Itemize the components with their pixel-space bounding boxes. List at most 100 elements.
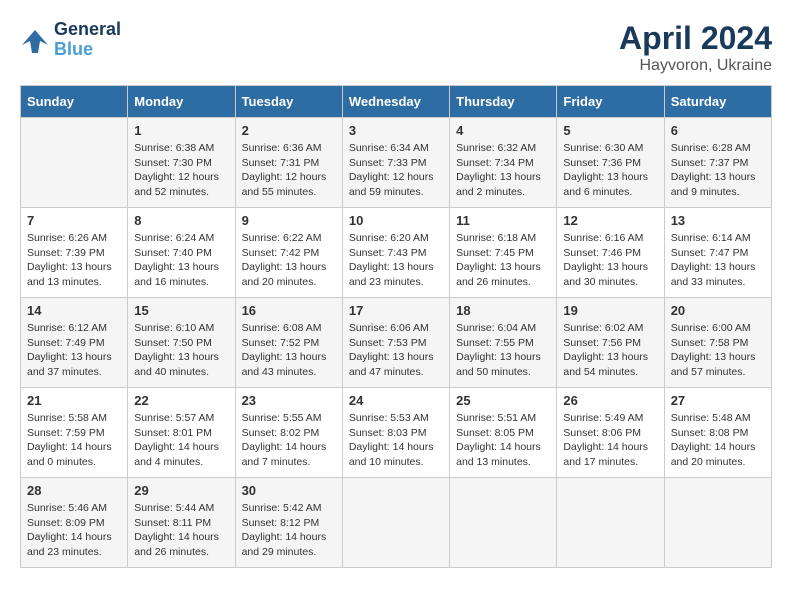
week-row-3: 21Sunrise: 5:58 AMSunset: 7:59 PMDayligh… xyxy=(21,388,772,478)
calendar-body: 1Sunrise: 6:38 AMSunset: 7:30 PMDaylight… xyxy=(21,118,772,568)
table-row: 14 Sunrise: 6:12 AMSunset: 7:49 PMDayligh… xyxy=(21,298,128,388)
day-number: 9 xyxy=(242,213,336,228)
table-row: 24Sunrise: 5:53 AMSunset: 8:03 PMDayligh… xyxy=(342,388,449,478)
day-number: 16 xyxy=(242,303,336,318)
table-row: 22 Sunrise: 5:57 AMSunset: 8:01 PMDayligh… xyxy=(128,388,235,478)
table-row: 8 Sunrise: 6:24 AMSunset: 7:40 PMDaylight… xyxy=(128,208,235,298)
table-row: 2 Sunrise: 6:36 AMSunset: 7:31 PMDaylight… xyxy=(235,118,342,208)
day-info: Sunrise: 5:42 AMSunset: 8:12 PMDaylight:… xyxy=(242,501,336,560)
header-saturday: Saturday xyxy=(664,86,771,118)
day-info: Sunrise: 6:02 AMSunset: 7:56 PMDaylight:… xyxy=(563,321,657,380)
day-number: 11 xyxy=(456,213,550,228)
day-info: Sunrise: 6:38 AMSunset: 7:30 PMDaylight:… xyxy=(134,141,228,200)
table-row: 3 Sunrise: 6:34 AMSunset: 7:33 PMDaylight… xyxy=(342,118,449,208)
day-info: Sunrise: 5:44 AMSunset: 8:11 PMDaylight:… xyxy=(134,501,228,560)
day-number: 14 xyxy=(27,303,121,318)
table-row: 18Sunrise: 6:04 AMSunset: 7:55 PMDayligh… xyxy=(450,298,557,388)
day-number: 20 xyxy=(671,303,765,318)
table-row: 21Sunrise: 5:58 AMSunset: 7:59 PMDayligh… xyxy=(21,388,128,478)
header-monday: Monday xyxy=(128,86,235,118)
table-row: 19 Sunrise: 6:02 AMSunset: 7:56 PMDayligh… xyxy=(557,298,664,388)
week-row-0: 1Sunrise: 6:38 AMSunset: 7:30 PMDaylight… xyxy=(21,118,772,208)
day-number: 23 xyxy=(242,393,336,408)
day-number: 28 xyxy=(27,483,121,498)
table-row: 12 Sunrise: 6:16 AMSunset: 7:46 PMDayligh… xyxy=(557,208,664,298)
logo-text: General Blue xyxy=(54,20,121,60)
day-info: Sunrise: 6:24 AMSunset: 7:40 PMDaylight:… xyxy=(134,231,228,290)
day-number: 26 xyxy=(563,393,657,408)
table-row: 15Sunrise: 6:10 AMSunset: 7:50 PMDayligh… xyxy=(128,298,235,388)
day-info: Sunrise: 6:20 AMSunset: 7:43 PMDaylight:… xyxy=(349,231,443,290)
table-row: 20 Sunrise: 6:00 AMSunset: 7:58 PMDayligh… xyxy=(664,298,771,388)
table-row: 26 Sunrise: 5:49 AMSunset: 8:06 PMDayligh… xyxy=(557,388,664,478)
table-row xyxy=(664,478,771,568)
table-row: 17 Sunrise: 6:06 AMSunset: 7:53 PMDayligh… xyxy=(342,298,449,388)
table-row: 16 Sunrise: 6:08 AMSunset: 7:52 PMDayligh… xyxy=(235,298,342,388)
day-info: Sunrise: 5:55 AMSunset: 8:02 PMDaylight:… xyxy=(242,411,336,470)
day-number: 17 xyxy=(349,303,443,318)
table-row: 1Sunrise: 6:38 AMSunset: 7:30 PMDaylight… xyxy=(128,118,235,208)
day-info: Sunrise: 6:10 AMSunset: 7:50 PMDaylight:… xyxy=(134,321,228,380)
day-info: Sunrise: 5:46 AMSunset: 8:09 PMDaylight:… xyxy=(27,501,121,560)
day-info: Sunrise: 6:00 AMSunset: 7:58 PMDaylight:… xyxy=(671,321,765,380)
day-number: 27 xyxy=(671,393,765,408)
day-number: 3 xyxy=(349,123,443,138)
day-info: Sunrise: 6:34 AMSunset: 7:33 PMDaylight:… xyxy=(349,141,443,200)
header-thursday: Thursday xyxy=(450,86,557,118)
table-row: 13Sunrise: 6:14 AMSunset: 7:47 PMDayligh… xyxy=(664,208,771,298)
table-row: 25 Sunrise: 5:51 AMSunset: 8:05 PMDayligh… xyxy=(450,388,557,478)
day-info: Sunrise: 5:53 AMSunset: 8:03 PMDaylight:… xyxy=(349,411,443,470)
day-info: Sunrise: 6:14 AMSunset: 7:47 PMDaylight:… xyxy=(671,231,765,290)
table-row xyxy=(557,478,664,568)
day-number: 12 xyxy=(563,213,657,228)
day-number: 19 xyxy=(563,303,657,318)
day-number: 30 xyxy=(242,483,336,498)
day-info: Sunrise: 6:36 AMSunset: 7:31 PMDaylight:… xyxy=(242,141,336,200)
header-wednesday: Wednesday xyxy=(342,86,449,118)
header-row: Sunday Monday Tuesday Wednesday Thursday… xyxy=(21,86,772,118)
week-row-4: 28 Sunrise: 5:46 AMSunset: 8:09 PMDayligh… xyxy=(21,478,772,568)
day-info: Sunrise: 6:22 AMSunset: 7:42 PMDaylight:… xyxy=(242,231,336,290)
day-number: 2 xyxy=(242,123,336,138)
month-title: April 2024 xyxy=(619,20,772,57)
table-row: 7 Sunrise: 6:26 AMSunset: 7:39 PMDaylight… xyxy=(21,208,128,298)
table-row: 4Sunrise: 6:32 AMSunset: 7:34 PMDaylight… xyxy=(450,118,557,208)
day-info: Sunrise: 6:06 AMSunset: 7:53 PMDaylight:… xyxy=(349,321,443,380)
week-row-2: 14 Sunrise: 6:12 AMSunset: 7:49 PMDayligh… xyxy=(21,298,772,388)
logo-icon xyxy=(20,25,50,55)
day-info: Sunrise: 5:51 AMSunset: 8:05 PMDaylight:… xyxy=(456,411,550,470)
day-number: 18 xyxy=(456,303,550,318)
day-number: 25 xyxy=(456,393,550,408)
location: Hayvoron, Ukraine xyxy=(619,57,772,75)
day-info: Sunrise: 5:57 AMSunset: 8:01 PMDaylight:… xyxy=(134,411,228,470)
day-number: 7 xyxy=(27,213,121,228)
day-number: 22 xyxy=(134,393,228,408)
day-number: 10 xyxy=(349,213,443,228)
day-number: 8 xyxy=(134,213,228,228)
table-row: 27Sunrise: 5:48 AMSunset: 8:08 PMDayligh… xyxy=(664,388,771,478)
table-row xyxy=(21,118,128,208)
day-info: Sunrise: 6:26 AMSunset: 7:39 PMDaylight:… xyxy=(27,231,121,290)
page-header: General Blue April 2024 Hayvoron, Ukrain… xyxy=(20,20,772,75)
day-number: 5 xyxy=(563,123,657,138)
logo: General Blue xyxy=(20,20,121,60)
day-info: Sunrise: 6:12 AMSunset: 7:49 PMDaylight:… xyxy=(27,321,121,380)
header-tuesday: Tuesday xyxy=(235,86,342,118)
day-number: 29 xyxy=(134,483,228,498)
day-info: Sunrise: 6:08 AMSunset: 7:52 PMDaylight:… xyxy=(242,321,336,380)
table-row: 30 Sunrise: 5:42 AMSunset: 8:12 PMDayligh… xyxy=(235,478,342,568)
table-row: 28 Sunrise: 5:46 AMSunset: 8:09 PMDayligh… xyxy=(21,478,128,568)
table-row: 11Sunrise: 6:18 AMSunset: 7:45 PMDayligh… xyxy=(450,208,557,298)
week-row-1: 7 Sunrise: 6:26 AMSunset: 7:39 PMDaylight… xyxy=(21,208,772,298)
day-info: Sunrise: 6:16 AMSunset: 7:46 PMDaylight:… xyxy=(563,231,657,290)
table-row: 5 Sunrise: 6:30 AMSunset: 7:36 PMDaylight… xyxy=(557,118,664,208)
table-row: 29 Sunrise: 5:44 AMSunset: 8:11 PMDayligh… xyxy=(128,478,235,568)
table-row: 23 Sunrise: 5:55 AMSunset: 8:02 PMDayligh… xyxy=(235,388,342,478)
day-info: Sunrise: 6:30 AMSunset: 7:36 PMDaylight:… xyxy=(563,141,657,200)
day-number: 6 xyxy=(671,123,765,138)
day-info: Sunrise: 5:49 AMSunset: 8:06 PMDaylight:… xyxy=(563,411,657,470)
calendar-table: Sunday Monday Tuesday Wednesday Thursday… xyxy=(20,85,772,568)
header-sunday: Sunday xyxy=(21,86,128,118)
calendar-header: Sunday Monday Tuesday Wednesday Thursday… xyxy=(21,86,772,118)
day-info: Sunrise: 5:58 AMSunset: 7:59 PMDaylight:… xyxy=(27,411,121,470)
